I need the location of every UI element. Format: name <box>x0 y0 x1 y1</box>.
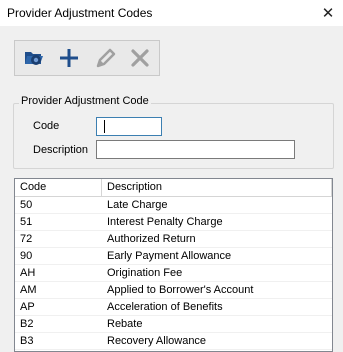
table-header: Code Description <box>15 179 332 197</box>
add-icon <box>60 49 78 67</box>
description-label: Description <box>33 144 89 156</box>
description-cell: Early Payment Allowance <box>107 250 232 262</box>
column-header-code[interactable]: Code <box>15 179 101 196</box>
text-caret <box>104 120 105 133</box>
codes-table: Code Description 50 Late Charge 51 Interest… <box>14 178 333 352</box>
open-folder-icon <box>25 52 43 65</box>
description-field[interactable] <box>96 140 295 159</box>
table-row[interactable]: 90 Early Payment Allowance <box>15 248 332 265</box>
edit-button[interactable] <box>91 43 121 73</box>
open-button[interactable] <box>19 43 49 73</box>
code-cell: AM <box>20 284 37 296</box>
edit-icon <box>96 48 116 68</box>
code-cell: 90 <box>20 250 33 262</box>
delete-icon <box>131 49 149 67</box>
description-cell: Interest Penalty Charge <box>107 216 223 228</box>
code-cell: 72 <box>20 233 33 245</box>
table-row[interactable]: 51 Interest Penalty Charge <box>15 214 332 231</box>
title-bar: Provider Adjustment Codes ✕ <box>0 0 343 26</box>
table-row[interactable]: B3 Recovery Allowance <box>15 333 332 350</box>
description-cell: Authorized Return <box>107 233 196 245</box>
toolbar <box>14 40 160 76</box>
code-cell: 51 <box>20 216 33 228</box>
delete-button[interactable] <box>125 43 155 73</box>
table-row[interactable]: AP Acceleration of Benefits <box>15 299 332 316</box>
description-cell: Late Charge <box>107 199 168 211</box>
column-header-description[interactable]: Description <box>102 179 332 196</box>
description-cell: Rebate <box>107 318 143 330</box>
table-row[interactable]: B2 Rebate <box>15 316 332 333</box>
code-cell: B2 <box>20 318 34 330</box>
add-button[interactable] <box>54 43 84 73</box>
close-button[interactable]: ✕ <box>313 0 343 26</box>
column-divider[interactable] <box>331 179 332 196</box>
description-cell: Recovery Allowance <box>107 335 207 347</box>
description-cell: Origination Fee <box>107 267 183 279</box>
code-cell: 50 <box>20 199 33 211</box>
code-cell: AP <box>20 301 35 313</box>
group-title: Provider Adjustment Code <box>19 95 151 107</box>
code-field[interactable] <box>96 117 162 136</box>
code-cell: B3 <box>20 335 34 347</box>
close-icon: ✕ <box>321 5 335 22</box>
description-cell: Applied to Borrower's Account <box>107 284 254 296</box>
table-row[interactable]: 50 Late Charge <box>15 197 332 214</box>
provider-adjustment-code-group <box>13 103 334 169</box>
code-label: Code <box>33 120 60 132</box>
code-cell: AH <box>20 267 36 279</box>
table-row[interactable]: AM Applied to Borrower's Account <box>15 282 332 299</box>
table-row[interactable]: AH Origination Fee <box>15 265 332 282</box>
window-title: Provider Adjustment Codes <box>7 6 153 20</box>
table-row[interactable]: 72 Authorized Return <box>15 231 332 248</box>
description-cell: Acceleration of Benefits <box>107 301 223 313</box>
